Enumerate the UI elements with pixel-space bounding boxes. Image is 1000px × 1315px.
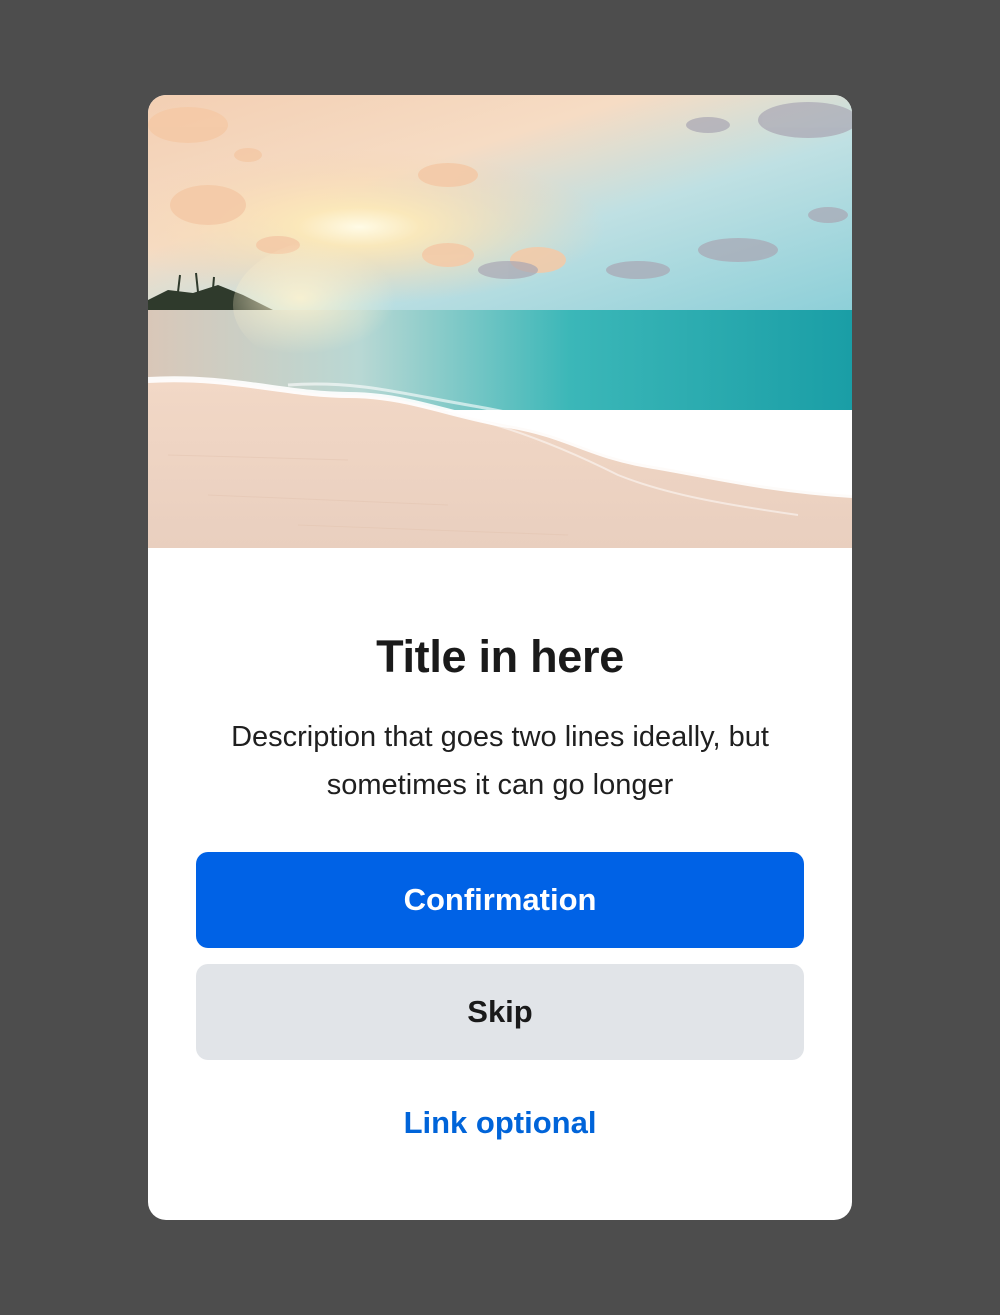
confirmation-button[interactable]: Confirmation — [196, 852, 804, 948]
optional-link[interactable]: Link optional — [148, 1099, 852, 1147]
pointer-notch — [148, 548, 852, 578]
dialog-description: Description that goes two lines ideally,… — [231, 721, 769, 801]
hero-image — [148, 95, 852, 548]
skip-button[interactable]: Skip — [196, 964, 804, 1060]
dialog-title: Title in here — [376, 631, 624, 682]
modal-dialog: Title in here Description that goes two … — [148, 95, 852, 1220]
beach-sunset-image — [148, 95, 852, 548]
